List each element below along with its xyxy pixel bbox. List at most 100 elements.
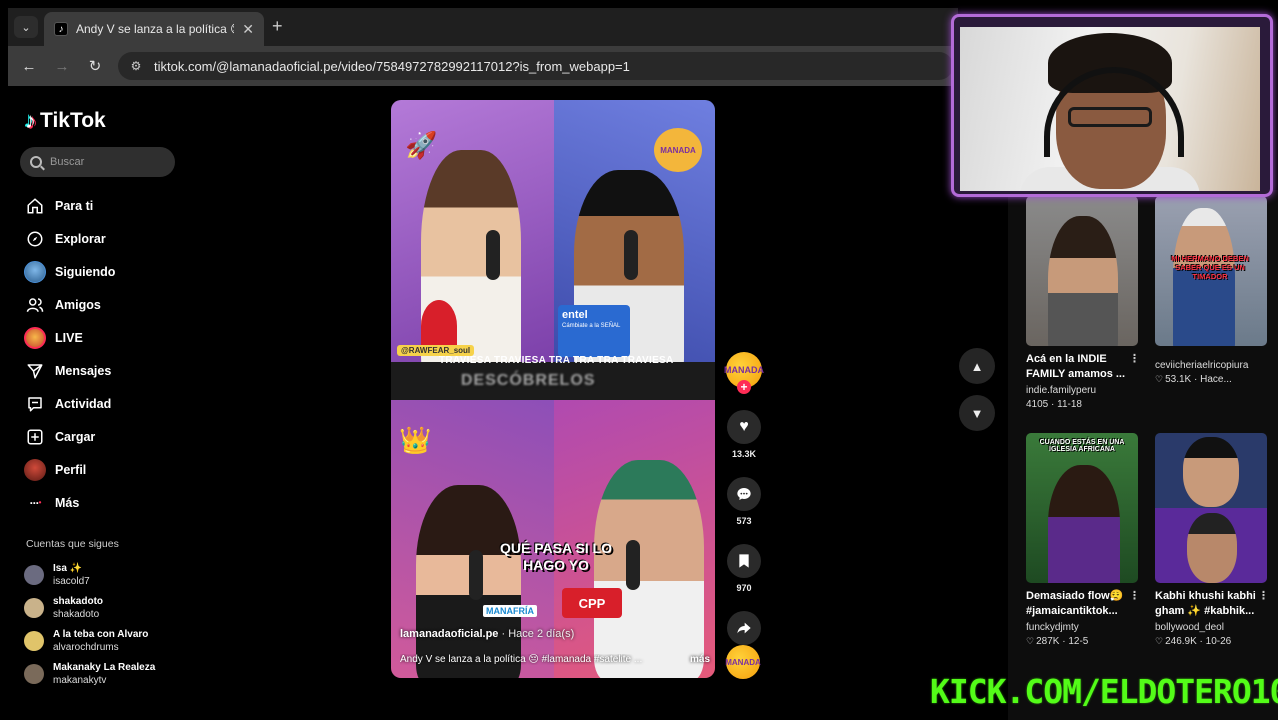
- card-meta: 246.9K · 10-26: [1165, 636, 1232, 647]
- sidebar-item-mas[interactable]: ··· • Más: [24, 486, 174, 519]
- la-manada-logo: MANADA: [654, 128, 702, 172]
- next-video-button[interactable]: ▼: [959, 395, 995, 431]
- more-options-icon[interactable]: ⋮: [1129, 589, 1138, 604]
- sidebar-item-amigos[interactable]: Amigos: [24, 288, 174, 321]
- previous-video-button[interactable]: ▲: [959, 348, 995, 384]
- friends-icon: [24, 294, 46, 316]
- browser-tab[interactable]: ♪ Andy V se lanza a la política 😔 ✕: [44, 12, 264, 46]
- video-thumbnail[interactable]: [1155, 433, 1267, 583]
- address-bar[interactable]: ⚙ tiktok.com/@lamanadaoficial.pe/video/7…: [118, 52, 953, 80]
- more-options-icon[interactable]: ⋮: [1129, 352, 1138, 367]
- video-card[interactable]: Acá en la INDIE FAMILY amamos ... ⋮ indie…: [1026, 196, 1138, 410]
- back-button[interactable]: ←: [18, 55, 40, 77]
- following-account[interactable]: Makanaky La Realeza makanakytv: [24, 657, 194, 690]
- caption-more-button[interactable]: más: [690, 654, 710, 665]
- video-author[interactable]: lamanadaoficial.pe: [400, 628, 498, 640]
- close-tab-icon[interactable]: ✕: [242, 21, 254, 38]
- profile-avatar: [24, 458, 46, 481]
- video-banner-text: TRAVIESA TRAVIESA TRA TRA TRA TRAVIESA: [439, 355, 674, 366]
- card-user[interactable]: indie.familyperu: [1026, 385, 1138, 396]
- account-name: A la teba con Alvaro: [53, 628, 149, 640]
- tab-search-menu-button[interactable]: ⌄: [14, 16, 38, 38]
- sidebar-item-label: Amigos: [55, 297, 101, 312]
- microphone: [626, 540, 640, 590]
- sidebar-item-label: Siguiendo: [55, 264, 116, 279]
- video-thumbnail[interactable]: MI HERMANO DEBEN SABER QUE ES UN TIMADOR: [1155, 196, 1267, 346]
- reload-icon: ↻: [88, 58, 102, 75]
- comment-count: 573: [736, 516, 752, 526]
- creator-avatar[interactable]: MANADA +: [724, 352, 764, 394]
- card-title: Demasiado flow😮‍💨 #jamaicantiktok... ⋮: [1026, 589, 1138, 617]
- sidebar-item-para-ti[interactable]: Para ti: [24, 189, 174, 222]
- stream-brand-url: KICK.COM/ELDOTERO101: [930, 672, 1278, 711]
- account-handle: alvarochdrums: [53, 641, 119, 653]
- compass-icon: [24, 228, 46, 250]
- video-overlay-caption: QUÉ PASA SI LO HAGO YO: [499, 540, 612, 573]
- more-options-icon[interactable]: ⋮: [1258, 589, 1267, 604]
- entel-sign: entel Cámbiate a la SEÑAL: [558, 305, 630, 357]
- card-title: Acá en la INDIE FAMILY amamos ... ⋮: [1026, 352, 1138, 380]
- card-user[interactable]: ceviicheriaelricopiura: [1155, 360, 1267, 371]
- account-handle: isacold7: [53, 575, 90, 587]
- tiktok-note-icon: ♪: [25, 108, 36, 133]
- tiktok-logo[interactable]: ♪ TikTok: [25, 108, 106, 134]
- sidebar-item-explorar[interactable]: Explorar: [24, 222, 174, 255]
- video-thumbnail[interactable]: [1026, 196, 1138, 346]
- save-count: 970: [736, 583, 752, 593]
- forward-button[interactable]: →: [51, 55, 73, 77]
- card-title: Kabhi khushi kabhi gham ✨ #kabhik... ⋮: [1155, 589, 1267, 617]
- comment-icon: [727, 477, 761, 511]
- new-tab-button[interactable]: +: [272, 16, 283, 37]
- following-section-title: Cuentas que sigues: [26, 538, 119, 550]
- video-thumbnail[interactable]: CUANDO ESTÁS EN UNA IGLESIA AFRICANA: [1026, 433, 1138, 583]
- chevron-up-icon: ▲: [970, 358, 984, 374]
- person-figure: [1187, 513, 1237, 583]
- video-card[interactable]: MI HERMANO DEBEN SABER QUE ES UN TIMADOR…: [1155, 196, 1267, 385]
- card-meta: 53.1K · Hace...: [1165, 374, 1232, 385]
- sidebar-item-actividad[interactable]: Actividad: [24, 387, 174, 420]
- video-card[interactable]: Kabhi khushi kabhi gham ✨ #kabhik... ⋮ bo…: [1155, 433, 1267, 647]
- heart-outline-icon: ♡: [1155, 374, 1164, 384]
- tab-title: Andy V se lanza a la política 😔: [76, 22, 235, 36]
- video-card[interactable]: CUANDO ESTÁS EN UNA IGLESIA AFRICANA Dem…: [1026, 433, 1138, 647]
- upload-icon: [24, 426, 46, 448]
- video-caption-row: Andy V se lanza a la política 😔 #lamanad…: [400, 654, 710, 665]
- following-account[interactable]: A la teba con Alvaro alvarochdrums: [24, 624, 194, 657]
- site-settings-icon[interactable]: ⚙: [128, 58, 144, 74]
- webcam-feed: [960, 27, 1260, 191]
- sidebar-item-cargar[interactable]: Cargar: [24, 420, 174, 453]
- recommended-videos: Acá en la INDIE FAMILY amamos ... ⋮ indie…: [1008, 190, 1278, 720]
- sidebar-item-siguiendo[interactable]: Siguiendo: [24, 255, 174, 288]
- glasses-icon: [1068, 107, 1152, 127]
- search-input[interactable]: [50, 156, 160, 168]
- browser-tabstrip: ⌄ ♪ Andy V se lanza a la política 😔 ✕ +: [8, 8, 958, 46]
- video-author-line[interactable]: lamanadaoficial.pe · Hace 2 día(s): [400, 628, 574, 640]
- reload-button[interactable]: ↻: [84, 55, 106, 77]
- webcam-overlay: [951, 14, 1273, 197]
- like-count: 13.3K: [731, 449, 757, 459]
- like-button[interactable]: ♥ 13.3K: [724, 410, 764, 459]
- thumbnail-text: CUANDO ESTÁS EN UNA IGLESIA AFRICANA: [1039, 439, 1125, 453]
- rocket-sticker-icon: 🚀: [405, 130, 438, 160]
- sidebar-item-label: Perfil: [55, 462, 87, 477]
- card-user[interactable]: bollywood_deol: [1155, 622, 1267, 633]
- crown-sticker-icon: 👑: [399, 425, 432, 455]
- account-name: Isa ✨: [53, 562, 83, 574]
- following-account[interactable]: Isa ✨ isacold7: [24, 558, 194, 591]
- following-account[interactable]: shakadoto shakadoto: [24, 591, 194, 624]
- search-box[interactable]: [20, 147, 175, 177]
- sidebar-item-mensajes[interactable]: Mensajes: [24, 354, 174, 387]
- sidebar-item-perfil[interactable]: Perfil: [24, 453, 174, 486]
- music-disc-icon[interactable]: MANADA: [725, 645, 761, 679]
- comment-button[interactable]: 573: [724, 477, 764, 526]
- chevron-down-icon: ▼: [970, 405, 984, 421]
- manafria-sign: MANAFRÍA: [483, 605, 537, 617]
- card-user[interactable]: funckydjmty: [1026, 622, 1138, 633]
- video-frame-top-left: 🚀 @RAWFEAR_soul: [391, 100, 554, 380]
- video-player[interactable]: 🚀 @RAWFEAR_soul entel Cámbiate a la SEÑA…: [391, 100, 715, 678]
- account-handle: makanakytv: [53, 674, 107, 686]
- sidebar-item-live[interactable]: LIVE: [24, 321, 174, 354]
- save-button[interactable]: 970: [724, 544, 764, 593]
- follow-plus-button[interactable]: +: [737, 380, 751, 394]
- person-figure: [1048, 216, 1118, 346]
